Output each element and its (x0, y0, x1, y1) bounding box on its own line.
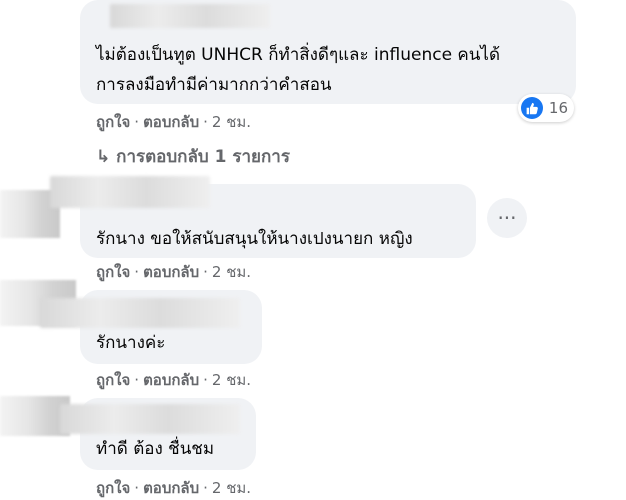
comment-bubble: รักนางค่ะ (40, 290, 262, 364)
comment-actions: ถูกใจ · ตอบกลับ · 2 ชม. (96, 263, 252, 281)
reply-button[interactable]: ตอบกลับ (143, 113, 199, 131)
reaction-summary[interactable]: 16 (518, 94, 574, 122)
comment-bubble: ไม่ต้องเป็นทูต UNHCR ก็ทำสิ่งดีๆและ infl… (80, 0, 576, 104)
comment-actions: ถูกใจ · ตอบกลับ · 2 ชม. (96, 479, 252, 497)
more-options-button[interactable]: ··· (487, 198, 527, 238)
blurred-author-name (60, 404, 240, 434)
like-button[interactable]: ถูกใจ (96, 479, 130, 497)
timestamp[interactable]: 2 ชม. (212, 479, 251, 497)
timestamp[interactable]: 2 ชม. (212, 371, 251, 389)
comment-text: รักนาง ขอให้สนับสนุนให้นางเปงนายก หญิง (96, 229, 413, 249)
comment-bubble: ทำดี ต้อง ชื่นชม (60, 398, 256, 470)
comment-text: ทำดี ต้อง ชื่นชม (96, 439, 215, 459)
reply-button[interactable]: ตอบกลับ (143, 371, 199, 389)
comment-text-line-2: การลงมือทำมีค่ามากกว่าคำสอน (96, 75, 332, 95)
timestamp[interactable]: 2 ชม. (212, 113, 251, 131)
timestamp[interactable]: 2 ชม. (212, 263, 251, 281)
comment-text-line-1: ไม่ต้องเป็นทูต UNHCR ก็ทำสิ่งดีๆและ infl… (96, 45, 501, 65)
reply-button[interactable]: ตอบกลับ (143, 263, 199, 281)
view-replies-label: การตอบกลับ 1 รายการ (116, 147, 290, 167)
like-button[interactable]: ถูกใจ (96, 113, 130, 131)
comment-bubble: รักนาง ขอให้สนับสนุนให้นางเปงนายก หญิง (50, 176, 476, 258)
thumbs-up-icon (521, 97, 543, 119)
blurred-author-name (50, 176, 210, 208)
reply-arrow-icon: ↳ (96, 147, 111, 167)
comment-actions: ถูกใจ · ตอบกลับ · 2 ชม. (96, 371, 252, 389)
reaction-count: 16 (548, 99, 568, 117)
reply-button[interactable]: ตอบกลับ (143, 479, 199, 497)
comment-text: รักนางค่ะ (96, 333, 166, 353)
blurred-author-name (40, 298, 240, 328)
like-button[interactable]: ถูกใจ (96, 263, 130, 281)
view-replies-link[interactable]: ↳ การตอบกลับ 1 รายการ (96, 146, 290, 168)
more-icon: ··· (497, 206, 517, 230)
blurred-author-name (110, 4, 270, 28)
comment-actions: ถูกใจ · ตอบกลับ · 2 ชม. (96, 113, 252, 131)
like-button[interactable]: ถูกใจ (96, 371, 130, 389)
